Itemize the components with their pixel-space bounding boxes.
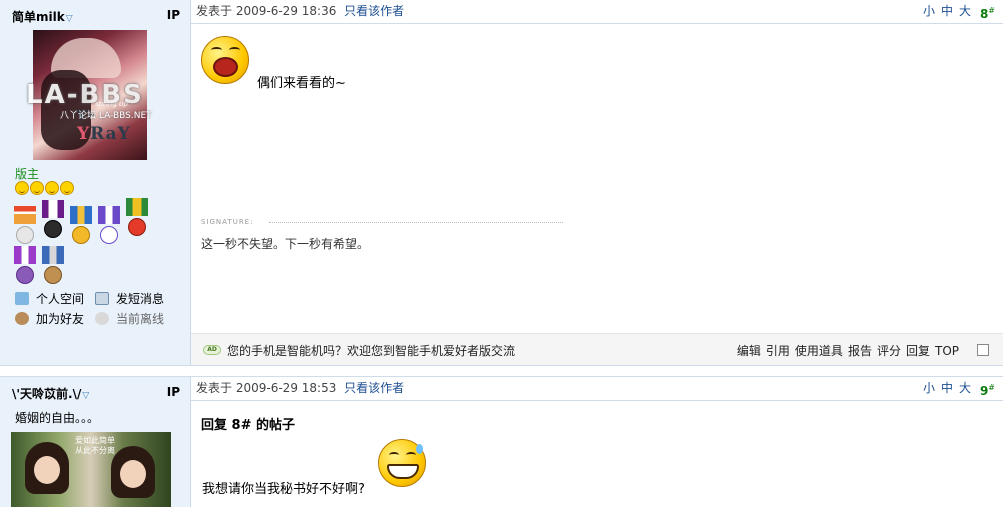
quote-link[interactable]: 引用 [766,344,790,358]
ad-badge: AD [203,345,221,355]
offline-user-icon [95,312,109,325]
top-link[interactable]: TOP [935,344,959,358]
reply-title: 回复 8# 的帖子 [201,418,295,433]
medal-icon[interactable] [14,246,36,286]
post-body: 发表于 2009-6-29 18:53 只看该作者 小中大 9# 回复 8# 的… [191,377,1003,507]
medal-icon[interactable] [42,246,64,286]
post-footer: AD 您的手机是智能机吗？欢迎您到智能手机爱好者版交流 编辑 引用 使用道具 报告 评分… [191,333,1003,365]
home-icon [15,292,29,305]
post-floor-9: \'天唥苡前.\/▽ IP 婚姻的自由。。。 爱如此简单 从此不分离 发表于 20… [0,377,1003,507]
user-links: 个人空间 发短消息 加为好友 当前离线 [15,290,175,330]
post-message: 偶们来看看的~ [257,76,346,91]
user-status-text: 婚姻的自由。。。 [15,411,100,425]
medal-icon[interactable] [70,206,92,246]
author-name-link[interactable]: 简单milk▽ [12,8,73,25]
home-space-link[interactable]: 个人空间 [15,290,95,308]
ip-link[interactable]: IP [167,385,180,399]
post-datetime: 2009-6-29 18:36 [235,4,337,18]
chevron-down-icon[interactable]: ▽ [66,14,73,24]
avatar[interactable]: 爱如此简单 从此不分离 [11,432,171,507]
font-medium-button[interactable]: 中 [941,4,953,18]
site-watermark-subtitle: 八丫论坛 LA-BBS.NET [60,111,152,121]
chevron-down-icon[interactable]: ▽ [82,391,89,401]
avatar-figure-shape [111,446,155,498]
rank-stars [15,181,75,198]
font-large-button[interactable]: 大 [959,4,971,18]
signature-text: 这一秒不失望。下一秒有希望。 [201,237,370,251]
font-small-button[interactable]: 小 [923,4,935,18]
grinning-sweat-smiley-icon [378,439,426,487]
posted-label: 发表于 [196,4,233,18]
author-name-link[interactable]: \'天唥苡前.\/▽ [12,385,89,402]
post-body: 发表于 2009-6-29 18:36 只看该作者 小中大 8# 偶们来看看的~… [191,0,1003,365]
send-pm-link[interactable]: 发短消息 [95,290,175,308]
font-small-button[interactable]: 小 [923,381,935,395]
site-watermark: LA-BBS [26,80,144,110]
user-group-title: 版主 [15,167,40,181]
only-author-link[interactable]: 只看该作者 [344,4,404,18]
rank-smiley-icon [30,181,44,195]
report-link[interactable]: 报告 [848,344,872,358]
post-floor-8: 简单milk▽ IP spring up v-YRaY 版主 个人空间 发短消息… [0,0,1003,365]
laughing-smiley-icon [201,36,249,84]
edit-link[interactable]: 编辑 [737,344,761,358]
reply-link[interactable]: 回复 [906,344,930,358]
post-actions: 编辑 引用 使用道具 报告 评分 回复 TOP [732,342,959,359]
medal-icon[interactable] [42,200,64,240]
rank-smiley-icon [15,181,29,195]
online-status: 当前离线 [95,310,175,328]
medal-icon[interactable] [14,206,36,246]
ad-link[interactable]: 您的手机是智能机吗？欢迎您到智能手机爱好者版交流 [227,342,515,359]
post-header: 发表于 2009-6-29 18:36 只看该作者 小中大 8# [191,0,1003,24]
floor-number-link[interactable]: 9# [980,377,995,402]
avatar-figure-shape [25,442,69,494]
rank-smiley-icon [45,181,59,195]
add-friend-link[interactable]: 加为好友 [15,310,95,328]
author-sidebar: \'天唥苡前.\/▽ IP 婚姻的自由。。。 爱如此简单 从此不分离 [0,377,191,507]
moderate-checkbox[interactable] [977,344,989,356]
author-name[interactable]: 简单milk [12,10,65,24]
font-size-switcher: 小中大 [917,0,971,22]
author-name[interactable]: \'天唥苡前.\/ [12,387,81,401]
post-header: 发表于 2009-6-29 18:53 只看该作者 小中大 9# [191,377,1003,401]
only-author-link[interactable]: 只看该作者 [344,381,404,395]
post-datetime: 2009-6-29 18:53 [235,381,337,395]
medal-icon[interactable] [98,206,120,246]
author-sidebar: 简单milk▽ IP spring up v-YRaY 版主 个人空间 发短消息… [0,0,191,365]
rank-smiley-icon [60,181,74,195]
use-tool-link[interactable]: 使用道具 [795,344,843,358]
floor-number-link[interactable]: 8# [980,0,995,25]
avatar-caption: 爱如此简单 从此不分离 [75,436,115,455]
post-separator [0,365,1003,377]
posted-label: 发表于 [196,381,233,395]
medal-icon[interactable] [126,198,148,238]
font-large-button[interactable]: 大 [959,381,971,395]
signature-divider: SIGNATURE: [201,217,563,227]
rate-link[interactable]: 评分 [877,344,901,358]
font-size-switcher: 小中大 [917,377,971,399]
ip-link[interactable]: IP [167,8,180,22]
font-medium-button[interactable]: 中 [941,381,953,395]
message-icon [95,292,109,305]
post-message: 我想请你当我秘书好不好啊? [202,482,365,497]
add-friend-icon [15,312,29,325]
